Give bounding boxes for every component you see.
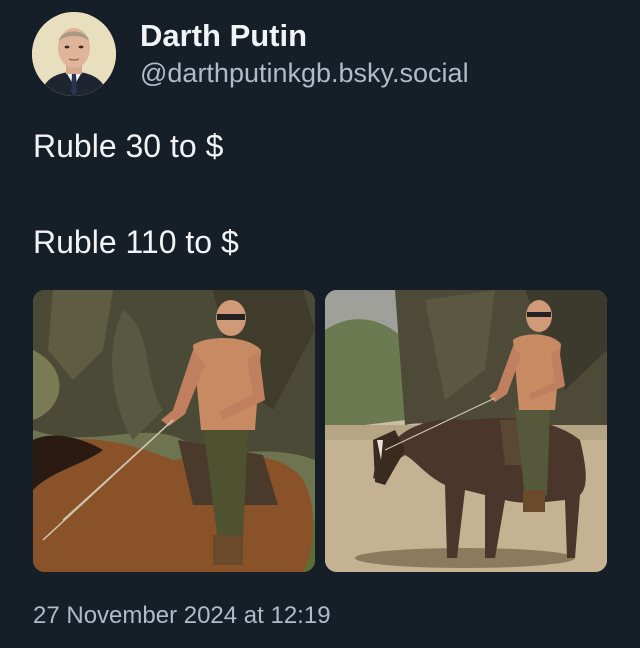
horse-rider-photo-1 [33,290,315,572]
post-text-line-1: Ruble 30 to $ [33,128,224,164]
post: Darth Putin @darthputinkgb.bsky.social R… [0,0,640,648]
post-text-line-2: Ruble 110 to $ [33,224,239,260]
post-timestamp[interactable]: 27 November 2024 at 12:19 [33,600,331,632]
post-image-1[interactable] [33,290,315,572]
avatar[interactable] [32,12,116,96]
author-names: Darth Putin @darthputinkgb.bsky.social [140,17,469,91]
author-handle[interactable]: @darthputinkgb.bsky.social [140,55,469,91]
post-header: Darth Putin @darthputinkgb.bsky.social [32,12,469,96]
horse-rider-photo-2 [325,290,607,572]
author-display-name[interactable]: Darth Putin [140,17,469,55]
avatar-image [32,12,116,96]
post-image-2[interactable] [325,290,607,572]
